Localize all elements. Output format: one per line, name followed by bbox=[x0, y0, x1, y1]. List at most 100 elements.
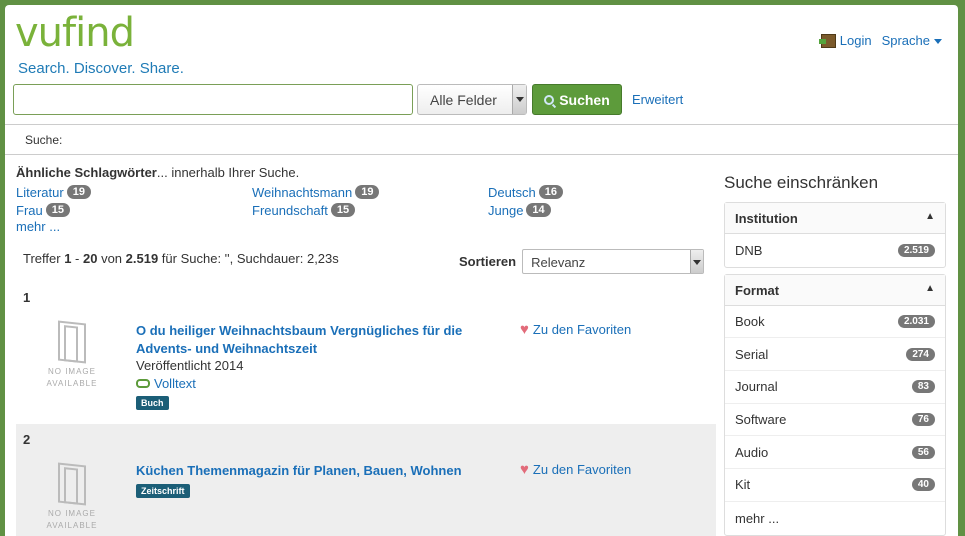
logo[interactable]: vufind Search. Discover. Share. bbox=[15, 13, 184, 77]
related-tag: Deutsch 16 bbox=[488, 183, 716, 201]
facet-item[interactable]: DNB 2.519 bbox=[725, 234, 945, 267]
search-type-select[interactable]: Alle Felder bbox=[417, 84, 527, 115]
related-tag-link[interactable]: Frau bbox=[16, 203, 43, 218]
facet-more-label: mehr ... bbox=[735, 510, 780, 526]
no-image-placeholder: NO IMAGE AVAILABLE bbox=[42, 320, 102, 390]
summary-total: 2.519 bbox=[125, 251, 159, 266]
result-number: 2 bbox=[23, 432, 31, 447]
related-tags: Literatur 19 Weihnachtsmann 19 Deutsch 16 F… bbox=[16, 183, 716, 219]
facet-item[interactable]: Book 2.031 bbox=[725, 306, 945, 339]
facet-header[interactable]: Format ▲ bbox=[725, 274, 945, 306]
summary-sep: - bbox=[71, 251, 83, 266]
count-badge: 40 bbox=[911, 478, 935, 492]
logo-wordmark: vufind bbox=[15, 10, 135, 56]
summary-of: von bbox=[97, 251, 126, 266]
facet-item[interactable]: Kit 40 bbox=[725, 469, 945, 502]
summary-end: 20 bbox=[82, 251, 98, 266]
book-icon bbox=[58, 320, 86, 364]
facet-institution: Institution ▲ DNB 2.519 bbox=[724, 202, 946, 268]
facet-title: Institution bbox=[735, 211, 798, 226]
count-badge: 56 bbox=[911, 445, 935, 459]
facet-item-label: Journal bbox=[735, 379, 778, 395]
advanced-search-link[interactable]: Erweitert bbox=[632, 92, 683, 107]
search-icon bbox=[544, 94, 555, 105]
related-tag-link[interactable]: Literatur bbox=[16, 185, 64, 200]
count-badge: 2.031 bbox=[897, 315, 935, 329]
facet-item[interactable]: Journal 83 bbox=[725, 371, 945, 404]
related-tag: Junge 14 bbox=[488, 201, 716, 219]
result-number: 1 bbox=[23, 290, 31, 305]
add-favorite-link[interactable]: ♥ Zu den Favoriten bbox=[520, 460, 632, 478]
facet-item-label: Serial bbox=[735, 346, 769, 362]
language-dropdown[interactable]: Sprache bbox=[882, 33, 942, 48]
book-icon bbox=[58, 462, 86, 506]
collapse-triangle-icon: ▲ bbox=[925, 211, 935, 222]
login-label: Login bbox=[839, 33, 872, 48]
count-badge: 15 bbox=[330, 203, 356, 217]
search-bar: Alle Felder Suchen Erweitert bbox=[5, 84, 958, 124]
summary-suffix: für Suche: '', Suchdauer: 2,23s bbox=[158, 251, 339, 266]
format-badge: Zeitschrift bbox=[136, 484, 190, 498]
facet-item-label: Kit bbox=[735, 477, 751, 493]
related-heading-rest: ... innerhalb Ihrer Suche. bbox=[156, 165, 300, 180]
facet-more-link[interactable]: mehr ... bbox=[725, 502, 945, 535]
heart-icon: ♥ bbox=[520, 460, 529, 478]
count-badge: 83 bbox=[911, 380, 935, 394]
search-type-value: Alle Felder bbox=[430, 92, 497, 108]
page: vufind Search. Discover. Share. Login Sp… bbox=[5, 5, 958, 536]
facet-format: Format ▲ Book 2.031 Serial 274 Journal 83 S… bbox=[724, 273, 946, 536]
facet-item-label: Audio bbox=[735, 444, 769, 460]
login-link[interactable]: Login bbox=[818, 33, 872, 48]
sort-select[interactable]: Relevanz bbox=[522, 249, 705, 274]
facet-header[interactable]: Institution ▲ bbox=[725, 203, 945, 234]
facet-item-label: Book bbox=[735, 314, 765, 330]
sort-control: Sortieren Relevanz bbox=[459, 249, 705, 274]
search-button[interactable]: Suchen bbox=[532, 84, 622, 115]
related-tag: Freundschaft 15 bbox=[252, 201, 488, 219]
result-title-link[interactable]: Küchen Themenmagazin für Planen, Bauen, … bbox=[136, 462, 486, 480]
search-button-label: Suchen bbox=[559, 91, 610, 108]
related-tag-link[interactable]: Junge bbox=[488, 203, 523, 218]
count-badge: 19 bbox=[66, 185, 91, 199]
facet-item[interactable]: Serial 274 bbox=[725, 338, 945, 372]
search-input[interactable] bbox=[13, 84, 413, 115]
related-tag-link[interactable]: Deutsch bbox=[488, 185, 536, 200]
heart-icon: ♥ bbox=[520, 320, 529, 338]
related-tag-link[interactable]: Freundschaft bbox=[252, 203, 328, 218]
add-favorite-link[interactable]: ♥ Zu den Favoriten bbox=[520, 320, 631, 338]
sidebar: Suche einschränken Institution ▲ DNB 2.51… bbox=[724, 173, 946, 536]
favorite-label: Zu den Favoriten bbox=[532, 462, 632, 477]
login-icon bbox=[818, 33, 836, 48]
related-more-link[interactable]: mehr ... bbox=[16, 219, 716, 237]
facet-item-label: DNB bbox=[735, 242, 763, 258]
related-tag: Weihnachtsmann 19 bbox=[252, 183, 488, 201]
result-title-link[interactable]: O du heiliger Weihnachtsbaum Vergnüglich… bbox=[136, 322, 486, 358]
breadcrumb: Suche: bbox=[5, 124, 958, 155]
result-item: 2 NO IMAGE AVAILABLE Küchen Themenmagazi… bbox=[16, 424, 716, 536]
related-tag: Literatur 19 bbox=[16, 183, 252, 201]
fulltext-link[interactable]: Volltext bbox=[136, 376, 196, 391]
facet-item[interactable]: Software 76 bbox=[725, 404, 945, 437]
related-heading: Ähnliche Schlagwörter... innerhalb Ihrer… bbox=[16, 165, 716, 180]
fulltext-label: Volltext bbox=[154, 376, 196, 391]
format-badge: Buch bbox=[136, 396, 169, 410]
sort-value: Relevanz bbox=[531, 255, 586, 270]
no-image-placeholder: NO IMAGE AVAILABLE bbox=[42, 462, 102, 532]
select-arrow-icon bbox=[690, 250, 704, 273]
facet-title: Format bbox=[735, 282, 780, 298]
no-image-label: NO IMAGE AVAILABLE bbox=[46, 367, 98, 388]
count-badge: 76 bbox=[911, 413, 935, 427]
facet-item[interactable]: Audio 56 bbox=[725, 436, 945, 470]
related-heading-bold: Ähnliche Schlagwörter bbox=[16, 165, 157, 180]
language-label: Sprache bbox=[881, 33, 930, 48]
count-badge: 19 bbox=[355, 185, 380, 199]
chevron-down-icon bbox=[934, 39, 942, 45]
related-tag-link[interactable]: Weihnachtsmann bbox=[252, 185, 352, 200]
breadcrumb-label: Suche: bbox=[25, 133, 63, 147]
sort-label: Sortieren bbox=[459, 254, 517, 269]
count-badge: 16 bbox=[538, 185, 563, 199]
result-summary: Treffer 1 - 20 von 2.519 für Suche: '', … bbox=[23, 251, 339, 266]
header-links: Login Sprache bbox=[818, 33, 942, 48]
collapse-triangle-icon: ▲ bbox=[925, 282, 935, 294]
count-badge: 2.519 bbox=[897, 243, 935, 257]
